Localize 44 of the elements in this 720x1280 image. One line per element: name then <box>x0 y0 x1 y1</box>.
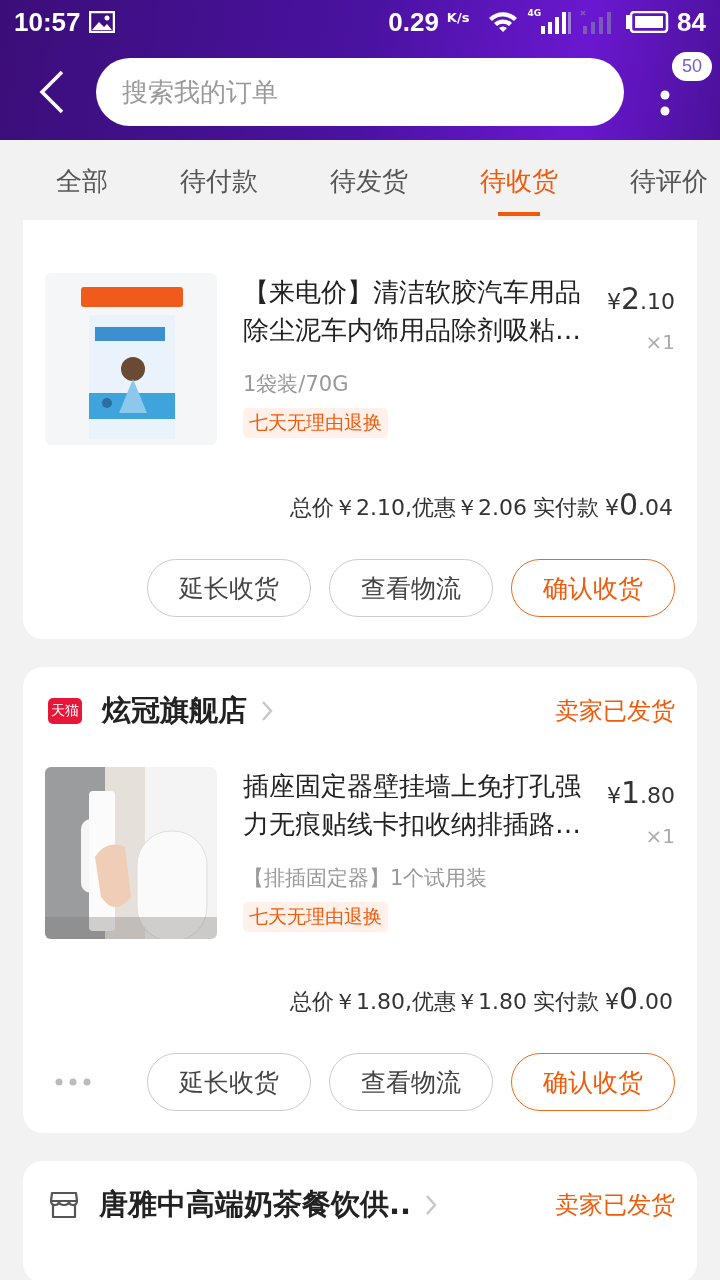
product-price: ¥2.10 <box>606 281 675 316</box>
product-title[interactable]: 插座固定器壁挂墙上免打孔强力无痕贴线卡扣收纳排插路… <box>243 767 595 848</box>
paid-amount: ¥0.00 <box>604 981 673 1016</box>
back-icon[interactable] <box>38 70 66 114</box>
order-action-button[interactable]: 查看物流 <box>329 1053 493 1111</box>
paid-label: 实付款 <box>532 494 599 522</box>
speed-unit: K/s <box>446 10 470 25</box>
message-badge: 50 <box>671 52 712 81</box>
clock-time: 10:57 <box>14 6 81 38</box>
order-status: 卖家已发货 <box>555 1190 675 1221</box>
battery-icon <box>625 11 670 33</box>
store-name[interactable]: 唐雅中高端奶茶餐饮供.. <box>99 1185 412 1225</box>
order-action-button[interactable]: 查看物流 <box>329 559 493 617</box>
price-summary: 总价￥1.80,优惠￥1.80 <box>289 988 527 1016</box>
store-name[interactable]: 炫冠旗舰店 <box>102 691 247 731</box>
wifi-icon <box>487 10 520 34</box>
return-policy-tag: 七天无理由退换 <box>243 408 388 438</box>
chevron-icon <box>261 700 273 722</box>
network-type: 4G <box>527 8 542 18</box>
order-action-button[interactable]: 延长收货 <box>147 559 311 617</box>
paid-amount: ¥0.04 <box>604 487 673 522</box>
product-title[interactable]: 【来电价】清洁软胶汽车用品除尘泥车内饰用品除剂吸粘… <box>243 273 595 354</box>
order-tab[interactable]: 全部 <box>56 140 108 220</box>
quantity: ×1 <box>645 330 675 354</box>
return-policy-tag: 七天无理由退换 <box>243 902 388 932</box>
order-action-button[interactable]: 延长收货 <box>147 1053 311 1111</box>
product-price: ¥1.80 <box>606 775 675 810</box>
order-status: 卖家已发货 <box>555 696 675 727</box>
quantity: ×1 <box>645 824 675 848</box>
search-field[interactable]: 搜索我的订单 <box>96 58 624 126</box>
order-tab[interactable]: 待发货 <box>330 140 408 220</box>
image-icon <box>88 11 115 33</box>
store-badge: 天猫 <box>48 698 82 724</box>
paid-label: 实付款 <box>532 988 599 1016</box>
shop-icon <box>49 1191 79 1219</box>
network-speed: 0.29 <box>388 6 439 38</box>
battery-level: 84 <box>677 6 706 38</box>
product-spec: 1袋装/70G <box>243 371 349 398</box>
price-summary: 总价￥2.10,优惠￥2.06 <box>289 494 527 522</box>
order-tab[interactable]: 待付款 <box>180 140 258 220</box>
chevron-icon <box>425 1194 438 1216</box>
order-tab[interactable]: 待评价 <box>630 140 708 220</box>
signal-icon <box>541 10 572 34</box>
product-spec: 【排插固定器】1个试用装 <box>243 865 488 892</box>
